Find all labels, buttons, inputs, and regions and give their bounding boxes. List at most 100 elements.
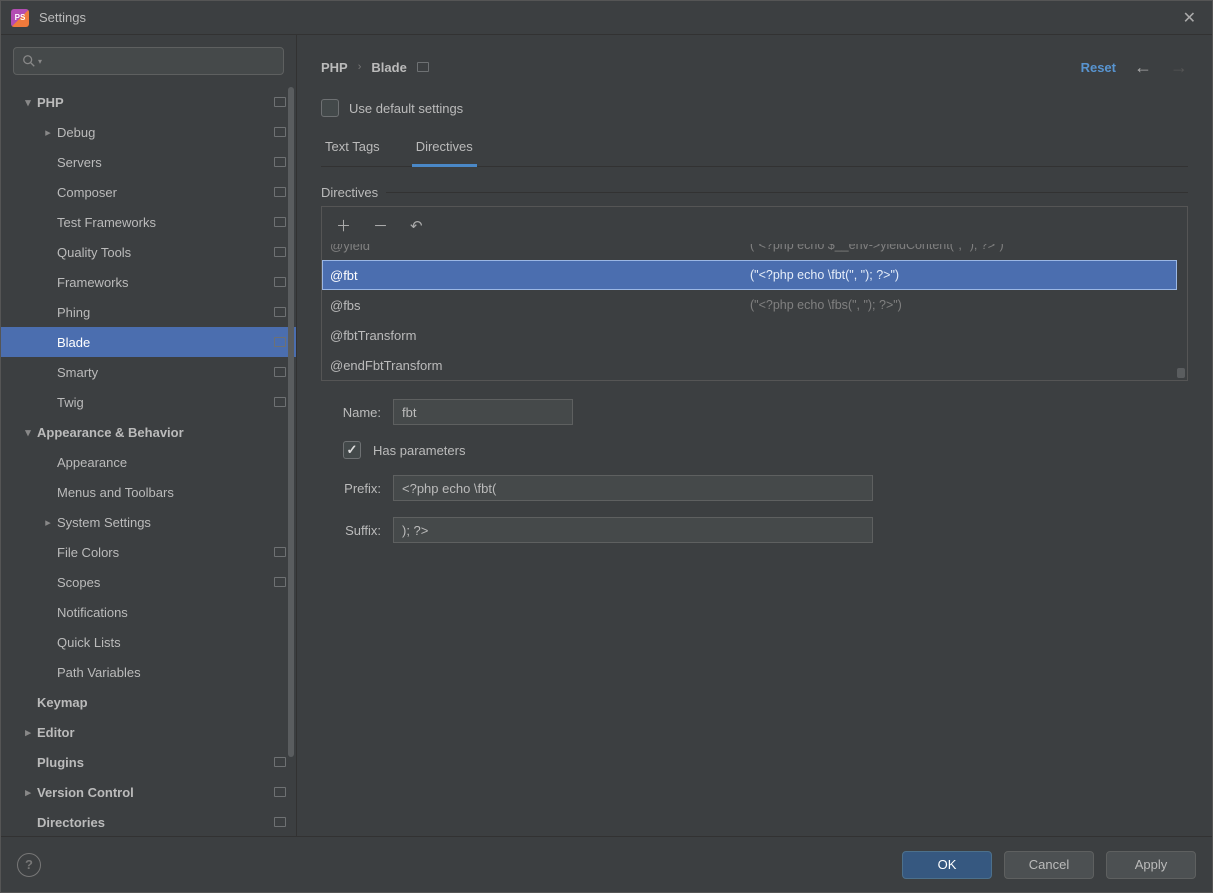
search-dropdown-icon: ▾	[38, 57, 42, 66]
has-parameters-label: Has parameters	[373, 443, 465, 458]
directive-name: @endFbtTransform	[330, 358, 750, 373]
sidebar-item-system-settings[interactable]: ▸System Settings	[1, 507, 296, 537]
project-badge-icon	[274, 187, 286, 197]
directive-expansion: ("<?php echo $__env->yieldContent(", ");…	[750, 244, 1167, 252]
cancel-button[interactable]: Cancel	[1004, 851, 1094, 879]
project-badge-icon	[417, 62, 429, 72]
chevron-right-icon: ▸	[21, 726, 35, 739]
sidebar-item-editor[interactable]: ▸Editor	[1, 717, 296, 747]
sidebar-item-appearance-behavior[interactable]: ▾Appearance & Behavior	[1, 417, 296, 447]
reset-button[interactable]: Reset	[1081, 60, 1116, 75]
add-icon[interactable]: ＋	[336, 215, 351, 236]
prefix-field[interactable]	[393, 475, 873, 501]
settings-tree[interactable]: ▾PHP▸DebugServersComposerTest Frameworks…	[1, 87, 296, 836]
sidebar-item-keymap[interactable]: Keymap	[1, 687, 296, 717]
project-badge-icon	[274, 277, 286, 287]
directive-row[interactable]: @endFbtTransform	[322, 350, 1177, 380]
project-badge-icon	[274, 397, 286, 407]
project-badge-icon	[274, 307, 286, 317]
sidebar-item-label: Plugins	[37, 755, 274, 770]
project-badge-icon	[274, 577, 286, 587]
project-badge-icon	[274, 247, 286, 257]
sidebar-item-test-frameworks[interactable]: Test Frameworks	[1, 207, 296, 237]
project-badge-icon	[274, 337, 286, 347]
suffix-field[interactable]	[393, 517, 873, 543]
apply-button[interactable]: Apply	[1106, 851, 1196, 879]
scrollbar[interactable]	[1177, 244, 1185, 380]
sidebar-item-label: Blade	[57, 335, 274, 350]
ok-button[interactable]: OK	[902, 851, 992, 879]
directive-row[interactable]: @fbt("<?php echo \fbt(", "); ?>")	[322, 260, 1177, 290]
sidebar-item-label: Scopes	[57, 575, 274, 590]
sidebar-item-twig[interactable]: Twig	[1, 387, 296, 417]
chevron-down-icon: ▾	[21, 96, 35, 109]
directive-row[interactable]: @yield("<?php echo $__env->yieldContent(…	[322, 244, 1177, 260]
sidebar-item-label: Quick Lists	[57, 635, 286, 650]
sidebar-item-label: Twig	[57, 395, 274, 410]
sidebar-item-servers[interactable]: Servers	[1, 147, 296, 177]
project-badge-icon	[274, 547, 286, 557]
sidebar-item-plugins[interactable]: Plugins	[1, 747, 296, 777]
project-badge-icon	[274, 97, 286, 107]
sidebar-item-phing[interactable]: Phing	[1, 297, 296, 327]
project-badge-icon	[274, 127, 286, 137]
sidebar-item-frameworks[interactable]: Frameworks	[1, 267, 296, 297]
tab-directives[interactable]: Directives	[412, 131, 477, 167]
name-label: Name:	[321, 405, 381, 420]
sidebar-item-label: Frameworks	[57, 275, 274, 290]
directive-row[interactable]: @fbtTransform	[322, 320, 1177, 350]
chevron-right-icon: ▸	[41, 126, 55, 139]
sidebar-item-directories[interactable]: Directories	[1, 807, 296, 836]
sidebar-item-blade[interactable]: Blade	[1, 327, 296, 357]
project-badge-icon	[274, 787, 286, 797]
sidebar-item-composer[interactable]: Composer	[1, 177, 296, 207]
sidebar-item-label: Test Frameworks	[57, 215, 274, 230]
section-title: Directives	[321, 185, 378, 200]
sidebar-item-quality-tools[interactable]: Quality Tools	[1, 237, 296, 267]
sidebar-item-notifications[interactable]: Notifications	[1, 597, 296, 627]
search-icon	[22, 54, 36, 68]
sidebar-item-smarty[interactable]: Smarty	[1, 357, 296, 387]
back-icon[interactable]: ←	[1134, 57, 1152, 78]
close-icon[interactable]: ✕	[1177, 4, 1202, 32]
sidebar-item-php[interactable]: ▾PHP	[1, 87, 296, 117]
sidebar-item-label: Path Variables	[57, 665, 286, 680]
name-field[interactable]	[393, 399, 573, 425]
remove-icon[interactable]: －	[373, 215, 388, 236]
chevron-right-icon: ▸	[41, 516, 55, 529]
sidebar-item-scopes[interactable]: Scopes	[1, 567, 296, 597]
revert-icon[interactable]: ↶	[410, 217, 423, 235]
sidebar-item-path-variables[interactable]: Path Variables	[1, 657, 296, 687]
chevron-down-icon: ▾	[21, 426, 35, 439]
suffix-label: Suffix:	[321, 523, 381, 538]
help-icon[interactable]: ?	[17, 853, 41, 877]
window-title: Settings	[39, 10, 1177, 25]
sidebar-item-menus-and-toolbars[interactable]: Menus and Toolbars	[1, 477, 296, 507]
sidebar-item-label: Phing	[57, 305, 274, 320]
sidebar-item-file-colors[interactable]: File Colors	[1, 537, 296, 567]
breadcrumb-leaf: Blade	[371, 60, 406, 75]
chevron-right-icon: ›	[358, 61, 362, 73]
use-default-checkbox[interactable]	[321, 99, 339, 117]
directives-panel: ＋ － ↶ @yield("<?php echo $__env->yieldCo…	[321, 206, 1188, 381]
sidebar-item-appearance[interactable]: Appearance	[1, 447, 296, 477]
scrollbar[interactable]	[288, 87, 296, 836]
sidebar-item-label: PHP	[37, 95, 274, 110]
directive-row[interactable]: @fbs("<?php echo \fbs(", "); ?>")	[322, 290, 1177, 320]
directive-name: @yield	[330, 244, 750, 253]
sidebar-item-label: Version Control	[37, 785, 274, 800]
sidebar-item-debug[interactable]: ▸Debug	[1, 117, 296, 147]
sidebar-item-label: Keymap	[37, 695, 286, 710]
directives-list[interactable]: @yield("<?php echo $__env->yieldContent(…	[322, 244, 1187, 380]
has-parameters-checkbox[interactable]	[343, 441, 361, 459]
sidebar-item-label: Menus and Toolbars	[57, 485, 286, 500]
tab-text-tags[interactable]: Text Tags	[321, 131, 384, 166]
search-input[interactable]: ▾	[13, 47, 284, 75]
use-default-label: Use default settings	[349, 101, 463, 116]
sidebar-item-quick-lists[interactable]: Quick Lists	[1, 627, 296, 657]
sidebar-item-version-control[interactable]: ▸Version Control	[1, 777, 296, 807]
project-badge-icon	[274, 757, 286, 767]
sidebar-item-label: Appearance & Behavior	[37, 425, 286, 440]
sidebar-item-label: Directories	[37, 815, 274, 830]
sidebar-item-label: Debug	[57, 125, 274, 140]
